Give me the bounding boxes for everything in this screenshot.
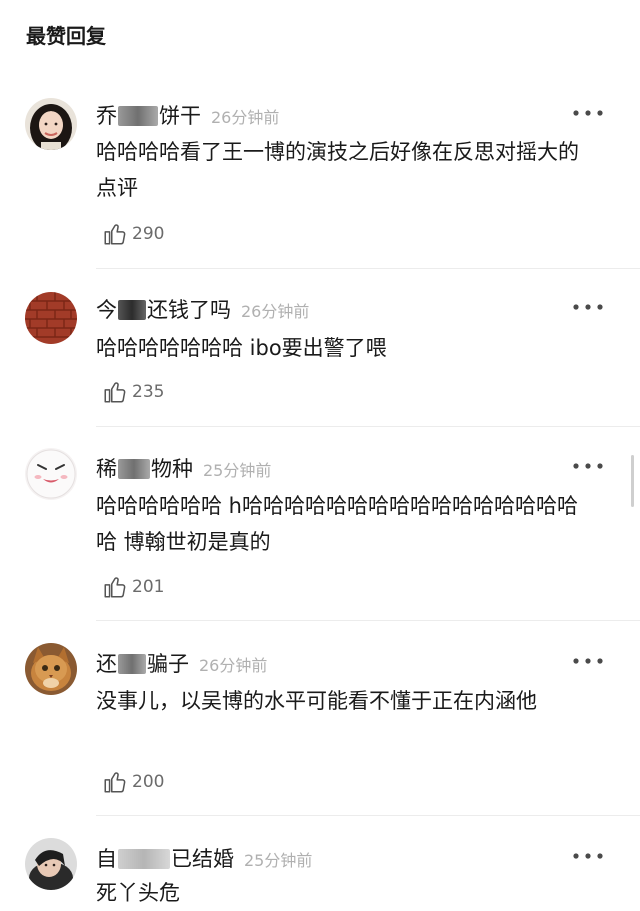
username-prefix: 自 xyxy=(96,847,117,871)
comment-text: 哈哈哈哈看了王一博的演技之后好像在反思对摇大的点评 xyxy=(96,140,579,200)
more-dots-icon[interactable] xyxy=(570,105,606,119)
redacted-name-blur xyxy=(118,106,158,126)
username-prefix: 乔 xyxy=(96,104,117,128)
section-title: 最赞回复 xyxy=(26,24,106,48)
more-dots-icon[interactable] xyxy=(570,848,606,862)
like-count: 235 xyxy=(132,382,165,402)
avatar[interactable] xyxy=(25,643,77,695)
like-count: 201 xyxy=(132,577,165,597)
like-button[interactable]: 235 xyxy=(102,378,164,406)
divider xyxy=(96,620,640,621)
username-suffix: 物种 xyxy=(151,457,193,481)
username[interactable]: 自 已结婚 25分钟前 xyxy=(96,843,312,873)
like-button[interactable]: 290 xyxy=(102,220,164,248)
more-dots-icon[interactable] xyxy=(570,458,606,472)
like-count: 200 xyxy=(132,772,165,792)
redacted-name-blur xyxy=(118,654,146,674)
like-button[interactable]: 200 xyxy=(102,768,164,796)
thumbs-up-icon xyxy=(104,224,126,245)
comment-text: 哈哈哈哈哈哈 h哈哈哈哈哈哈哈哈哈哈哈哈哈哈哈哈哈 博翰世初是真的 xyxy=(96,494,578,554)
redacted-name-blur xyxy=(118,849,170,869)
username-prefix: 今 xyxy=(96,298,117,322)
username[interactable]: 乔 饼干 26分钟前 xyxy=(96,100,279,130)
username-prefix: 稀 xyxy=(96,457,117,481)
username-suffix: 骗子 xyxy=(147,652,189,676)
comment-text: 没事儿，以吴博的水平可能看不懂于正在内涵他 xyxy=(96,689,537,713)
username-suffix: 饼干 xyxy=(159,104,201,128)
avatar[interactable] xyxy=(25,292,77,344)
username-prefix: 还 xyxy=(96,652,117,676)
like-count: 290 xyxy=(132,224,165,244)
comment-text: 哈哈哈哈哈哈哈 ibo要出警了喂 xyxy=(96,336,387,360)
more-dots-icon[interactable] xyxy=(570,299,606,313)
comment-text: 死丫头危 xyxy=(96,881,180,905)
username-suffix: 还钱了吗 xyxy=(147,298,231,322)
redacted-name-blur xyxy=(118,459,150,479)
avatar-image xyxy=(25,448,77,500)
divider xyxy=(96,815,640,816)
avatar[interactable] xyxy=(25,98,77,150)
timestamp: 26分钟前 xyxy=(241,302,310,321)
thumbs-up-icon xyxy=(104,772,126,793)
more-dots-icon[interactable] xyxy=(570,653,606,667)
timestamp: 25分钟前 xyxy=(203,461,272,480)
thumbs-up-icon xyxy=(104,382,126,403)
avatar-image xyxy=(25,643,77,695)
scrollbar[interactable] xyxy=(631,455,634,507)
username[interactable]: 稀 物种 25分钟前 xyxy=(96,453,271,483)
avatar[interactable] xyxy=(25,838,77,890)
avatar-image xyxy=(25,838,77,890)
redacted-name-blur xyxy=(118,300,146,320)
timestamp: 26分钟前 xyxy=(199,656,268,675)
divider xyxy=(96,426,640,427)
timestamp: 25分钟前 xyxy=(244,851,313,870)
avatar[interactable] xyxy=(25,448,77,500)
username[interactable]: 今 还钱了吗 26分钟前 xyxy=(96,294,309,324)
avatar-image xyxy=(25,98,77,150)
divider xyxy=(96,268,640,269)
username-suffix: 已结婚 xyxy=(171,847,234,871)
like-button[interactable]: 201 xyxy=(102,573,164,601)
avatar-image xyxy=(25,292,77,344)
username[interactable]: 还 骗子 26分钟前 xyxy=(96,648,267,678)
timestamp: 26分钟前 xyxy=(211,108,280,127)
thumbs-up-icon xyxy=(104,577,126,598)
